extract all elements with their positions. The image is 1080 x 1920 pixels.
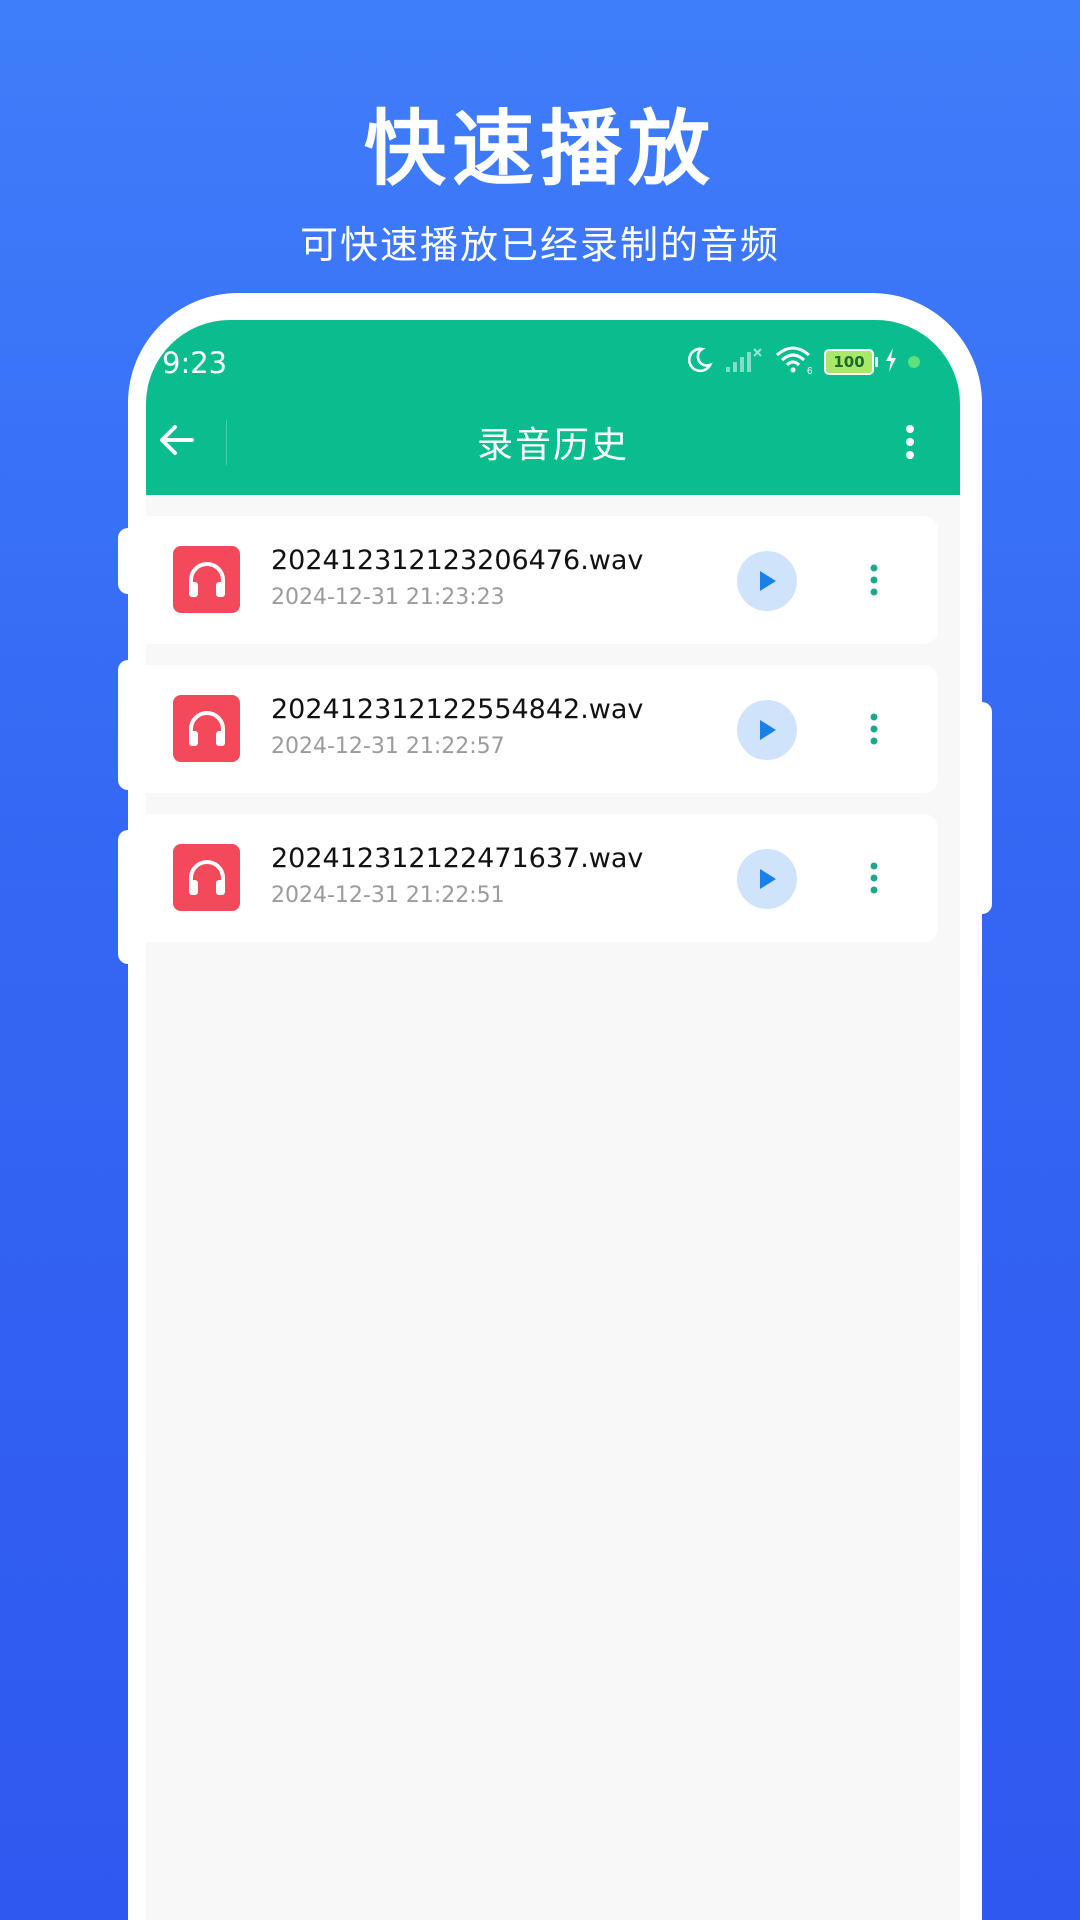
phone-side-button-right [972, 702, 992, 914]
status-icons: 6 100 [684, 342, 920, 382]
phone-side-button-left-3 [118, 830, 140, 964]
status-indicator-dot [908, 356, 920, 368]
phone-screen: 9:23 6 100 录音历史 202412312123206476.wav 2… [146, 320, 960, 1920]
promo-title: 快速播放 [363, 102, 716, 197]
play-button[interactable] [737, 700, 797, 760]
play-button[interactable] [737, 849, 797, 909]
recording-name: 202412312122554842.wav [271, 694, 644, 725]
item-more-button[interactable] [864, 858, 884, 898]
item-more-button[interactable] [864, 560, 884, 600]
recording-item[interactable]: 202412312123206476.wav 2024-12-31 21:23:… [146, 516, 938, 644]
headphones-icon [173, 695, 240, 762]
signal-icon [724, 347, 764, 377]
battery-icon: 100 [824, 349, 878, 375]
more-vertical-icon [870, 862, 878, 894]
promo-subtitle: 可快速播放已经录制的音频 [299, 223, 780, 267]
more-vertical-icon [906, 425, 914, 459]
phone-side-button-left-2 [118, 660, 140, 790]
overflow-menu-button[interactable] [900, 420, 920, 464]
recording-item[interactable]: 202412312122554842.wav 2024-12-31 21:22:… [146, 665, 938, 793]
more-vertical-icon [870, 564, 878, 596]
recording-name: 202412312123206476.wav [271, 545, 644, 576]
play-icon [760, 571, 776, 591]
headphones-icon [173, 546, 240, 613]
item-more-button[interactable] [864, 709, 884, 749]
wifi-icon: 6 [774, 345, 814, 379]
recording-time: 2024-12-31 21:22:57 [271, 734, 505, 759]
play-icon [760, 720, 776, 740]
recording-time: 2024-12-31 21:22:51 [271, 883, 505, 908]
moon-icon [684, 345, 714, 379]
play-icon [760, 869, 776, 889]
headphones-icon [173, 844, 240, 911]
app-bar: 9:23 6 100 录音历史 [146, 320, 960, 495]
more-vertical-icon [870, 713, 878, 745]
status-time: 9:23 [162, 346, 228, 380]
charging-icon [884, 347, 898, 377]
play-button[interactable] [737, 551, 797, 611]
recording-name: 202412312122471637.wav [271, 843, 644, 874]
page-title: 录音历史 [476, 425, 629, 466]
phone-side-button-left-1 [118, 528, 140, 594]
recording-time: 2024-12-31 21:23:23 [271, 585, 505, 610]
svg-text:6: 6 [807, 366, 813, 375]
recording-item[interactable]: 202412312122471637.wav 2024-12-31 21:22:… [146, 814, 938, 942]
